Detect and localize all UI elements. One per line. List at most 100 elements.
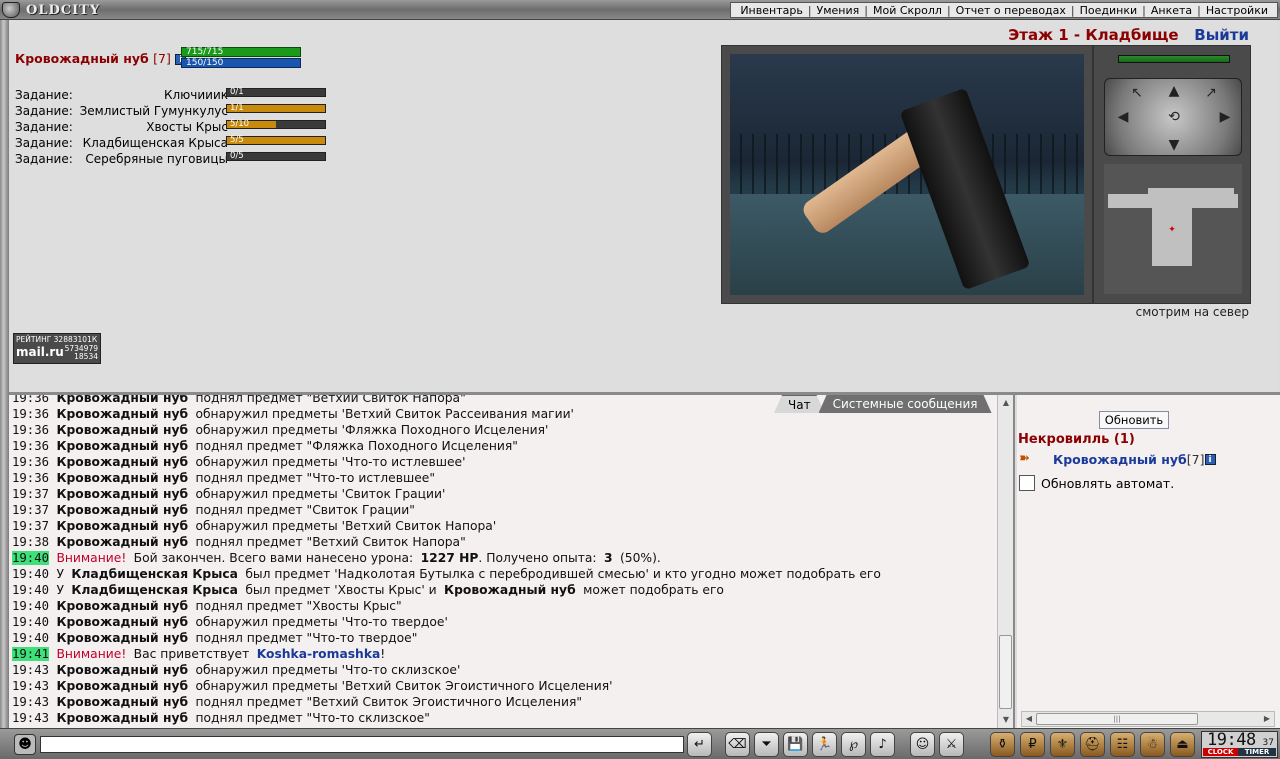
friends-icon[interactable]: ☃	[1140, 732, 1165, 757]
chat-timestamp[interactable]: 19:37	[12, 487, 49, 501]
side-horizontal-scrollbar[interactable]: ◀ ||| ▶	[1021, 711, 1275, 727]
chat-timestamp[interactable]: 19:40	[12, 615, 49, 629]
strafe-right-icon[interactable]: ↗	[1201, 85, 1221, 101]
inventory-bag-icon[interactable]: ⚱	[990, 732, 1015, 757]
chat-user-name[interactable]: Кровожадный нуб	[56, 663, 188, 677]
quest-name[interactable]: Хвосты Крыс	[146, 120, 228, 134]
chat-timestamp[interactable]: 19:43	[12, 679, 49, 693]
menu-skills[interactable]: Умения	[812, 4, 865, 17]
music-icon[interactable]: ♪	[870, 732, 895, 757]
chat-scrollbar[interactable]: ▲ ▼	[997, 395, 1013, 728]
user-info-icon[interactable]: i	[1204, 453, 1216, 465]
filter-icon[interactable]: ⏷	[754, 732, 779, 757]
chat-user-name[interactable]: Кровожадный нуб	[56, 395, 188, 405]
group-icon[interactable]: ☷	[1110, 732, 1135, 757]
smiley-icon[interactable]: ☺	[910, 732, 935, 757]
turn-right-icon[interactable]: ▶	[1215, 109, 1235, 125]
runner-icon[interactable]: 🏃	[812, 732, 837, 757]
save-icon[interactable]: 💾	[783, 732, 808, 757]
chat-timestamp[interactable]: 19:36	[12, 407, 49, 421]
quest-name[interactable]: Кладбищенская Крыса	[83, 136, 228, 150]
hp-text: 715/715	[186, 47, 224, 57]
eraser-icon[interactable]: ⌫	[725, 732, 750, 757]
scene-view[interactable]	[730, 54, 1084, 295]
scroll-right-icon[interactable]: ▶	[1261, 713, 1273, 725]
chat-line: 19:41 Внимание! Вас приветствует Koshka-…	[12, 646, 992, 662]
guild-icon[interactable]: ⚜	[1050, 732, 1075, 757]
chat-user-name[interactable]: Кровожадный нуб	[56, 487, 188, 501]
menu-inventory[interactable]: Инвентарь	[735, 4, 807, 17]
chat-timestamp[interactable]: 19:43	[12, 711, 49, 725]
chat-scroll-thumb[interactable]	[999, 635, 1012, 709]
chat-user-name[interactable]: Кровожадный нуб	[56, 407, 188, 421]
chat-timestamp[interactable]: 19:40	[12, 567, 49, 581]
chat-user-name[interactable]: Кровожадный нуб	[56, 535, 188, 549]
refresh-view-icon[interactable]: ⟲	[1164, 109, 1184, 125]
chat-user-name[interactable]: Кровожадный нуб	[56, 423, 188, 437]
chat-timestamp[interactable]: 19:40	[12, 583, 49, 597]
quest-name[interactable]: Серебряные пуговицы	[85, 152, 228, 166]
chat-user-name[interactable]: Кровожадный нуб	[56, 471, 188, 485]
chat-timestamp[interactable]: 19:40	[12, 631, 49, 645]
scroll-left-icon[interactable]: ◀	[1023, 713, 1035, 725]
chat-timestamp[interactable]: 19:37	[12, 519, 49, 533]
character-name[interactable]: Кровожадный нуб	[15, 51, 149, 66]
money-bag-icon[interactable]: ₽	[1020, 732, 1045, 757]
chat-user-name[interactable]: Кровожадный нуб	[56, 631, 188, 645]
chat-timestamp[interactable]: 19:43	[12, 695, 49, 709]
chat-timestamp[interactable]: 19:36	[12, 439, 49, 453]
move-forward-icon[interactable]: ▲	[1164, 83, 1184, 99]
rating-counter[interactable]: РЕЙТИНГ 32883101К mail.ru 5734979 18534	[13, 333, 101, 364]
chat-input[interactable]	[40, 736, 684, 753]
chat-timestamp[interactable]: 19:43	[12, 663, 49, 677]
refresh-button[interactable]: Обновить	[1099, 411, 1169, 429]
chat-timestamp[interactable]: 19:37	[12, 503, 49, 517]
chat-user-name[interactable]: Кровожадный нуб	[56, 503, 188, 517]
strafe-left-icon[interactable]: ↖	[1127, 85, 1147, 101]
auto-refresh-checkbox[interactable]	[1019, 475, 1035, 491]
chat-user-name[interactable]: Кровожадный нуб	[444, 583, 576, 597]
send-icon[interactable]: ↵	[687, 732, 712, 757]
scroll-down-icon[interactable]: ▼	[1000, 714, 1012, 726]
private-message-icon[interactable]: ➽	[1019, 451, 1041, 467]
private-log-icon[interactable]: ℘	[841, 732, 866, 757]
menu-duels[interactable]: Поединки	[1075, 4, 1143, 17]
online-user-name[interactable]: Кровожадный нуб	[1053, 452, 1187, 467]
chat-user-name[interactable]: Кровожадный нуб	[56, 519, 188, 533]
clock-label[interactable]: CLOCK	[1203, 748, 1238, 756]
side-scroll-thumb[interactable]: |||	[1036, 713, 1198, 725]
clan-icon[interactable]: ⚔	[939, 732, 964, 757]
chat-user-name[interactable]: Кровожадный нуб	[56, 439, 188, 453]
quest-name[interactable]: Ключииик	[164, 88, 228, 102]
chat-timestamp[interactable]: 19:36	[12, 423, 49, 437]
timer-label[interactable]: TIMER	[1238, 748, 1276, 756]
quest-name[interactable]: Землистый Гумункулус	[80, 104, 228, 118]
chat-user-name[interactable]: Кровожадный нуб	[56, 615, 188, 629]
chat-user-name[interactable]: Кровожадный нуб	[56, 711, 188, 725]
chat-timestamp[interactable]: 19:40	[12, 551, 50, 565]
chat-timestamp[interactable]: 19:38	[12, 535, 49, 549]
chat-timestamp[interactable]: 19:41	[12, 647, 50, 661]
turn-left-icon[interactable]: ◀	[1113, 109, 1133, 125]
menu-transfer-report[interactable]: Отчет о переводах	[951, 4, 1071, 17]
tab-system-messages[interactable]: Системные сообщения	[819, 395, 992, 413]
menu-my-scroll[interactable]: Мой Скролл	[868, 4, 947, 17]
chat-user-name[interactable]: Кровожадный нуб	[56, 455, 188, 469]
helmet-icon[interactable]: ⛑	[1080, 732, 1105, 757]
chat-user-name[interactable]: Кровожадный нуб	[56, 695, 188, 709]
chat-timestamp[interactable]: 19:36	[12, 395, 49, 405]
chat-host-name[interactable]: Koshka-romashka	[257, 647, 381, 661]
chat-timestamp[interactable]: 19:40	[12, 599, 49, 613]
exit-door-icon[interactable]: ⏏	[1170, 732, 1195, 757]
chat-timestamp[interactable]: 19:36	[12, 455, 49, 469]
tab-chat[interactable]: Чат	[774, 395, 825, 413]
chat-timestamp[interactable]: 19:36	[12, 471, 49, 485]
exit-link[interactable]: Выйти	[1194, 26, 1249, 44]
menu-settings[interactable]: Настройки	[1201, 4, 1273, 17]
menu-profile[interactable]: Анкета	[1146, 4, 1197, 17]
chat-user-name[interactable]: Кровожадный нуб	[56, 679, 188, 693]
move-back-icon[interactable]: ▼	[1164, 137, 1184, 153]
scroll-up-icon[interactable]: ▲	[1000, 397, 1012, 409]
chat-user-name[interactable]: Кровожадный нуб	[56, 599, 188, 613]
chat-mode-icon[interactable]: ☻	[14, 734, 36, 755]
